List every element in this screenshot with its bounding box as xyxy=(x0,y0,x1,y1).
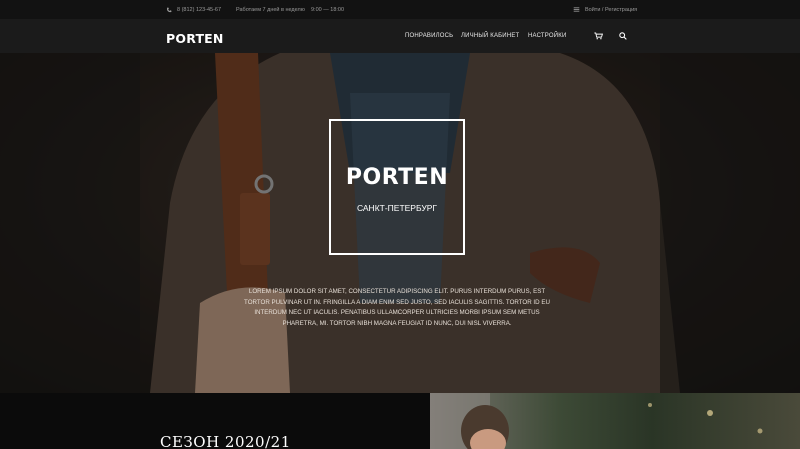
hero-banner: PORTEN САНКТ-ПЕТЕРБУРГ Lorem ipsum dolor… xyxy=(0,53,800,393)
login-link[interactable]: Войти / Регистрация xyxy=(573,0,637,19)
phone-number: 8 (812) 123-45-67 xyxy=(177,6,222,13)
top-info-bar: 8 (812) 123-45-67 Работаем 7 дней в неде… xyxy=(0,0,800,19)
nav-liked[interactable]: ПОНРАВИЛОСЬ xyxy=(405,19,453,53)
phone-icon xyxy=(166,7,172,13)
work-days: Работаем 7 дней в неделю xyxy=(236,6,305,13)
season-photo xyxy=(430,393,800,449)
cart-icon[interactable] xyxy=(594,19,603,53)
hero-logo-frame: PORTEN САНКТ-ПЕТЕРБУРГ xyxy=(329,119,465,255)
work-hours: 9:00 — 18:00 xyxy=(311,6,345,13)
season-title: СЕЗОН 2020/21 xyxy=(160,433,291,449)
nav-settings[interactable]: НАСТРОЙКИ xyxy=(528,19,566,53)
season-photo-image xyxy=(430,393,763,449)
main-header: PORTEN ПОНРАВИЛОСЬ ЛИЧНЫЙ КАБИНЕТ НАСТРО… xyxy=(0,19,800,53)
hero-title: PORTEN xyxy=(345,165,449,190)
hero-description: Lorem ipsum dolor sit amet, consectetur … xyxy=(244,288,550,327)
hero-subtitle: САНКТ-ПЕТЕРБУРГ xyxy=(356,203,438,213)
search-icon[interactable] xyxy=(619,19,627,53)
logo[interactable]: PORTEN xyxy=(166,31,224,46)
nav-account[interactable]: ЛИЧНЫЙ КАБИНЕТ xyxy=(461,19,519,53)
season-panel: СЕЗОН 2020/21 xyxy=(0,393,430,449)
login-icon xyxy=(573,6,580,13)
login-text: Войти / Регистрация xyxy=(585,6,638,13)
phone-contact[interactable]: 8 (812) 123-45-67 xyxy=(166,0,221,19)
